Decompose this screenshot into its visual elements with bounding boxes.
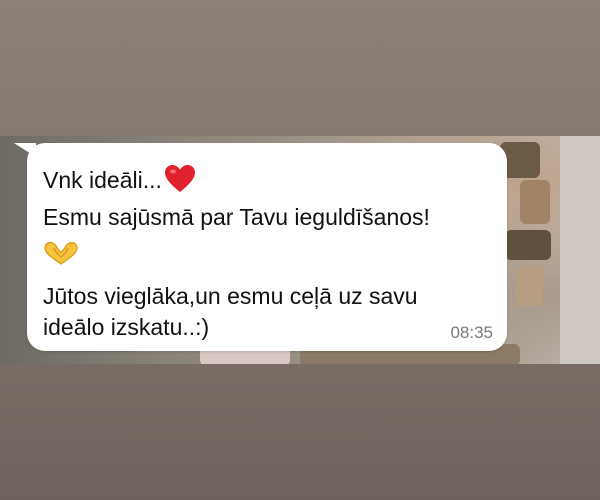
- message-bubble[interactable]: Vnk ideāli... Esmu sajūsmā par Tavu iegu…: [27, 143, 507, 351]
- photo-patch: [560, 136, 600, 364]
- photo-patch: [505, 230, 551, 260]
- message-line: Vnk ideāli...: [43, 164, 196, 200]
- message-line: ideālo izskatu..:): [43, 314, 210, 340]
- photo-patch: [515, 266, 543, 306]
- message-timestamp: 08:35: [450, 323, 493, 342]
- heart-hands-icon: [43, 240, 79, 272]
- message-text: Vnk ideāli...: [43, 167, 162, 193]
- message-line: Jūtos vieglāka,un esmu ceļā uz savu: [43, 283, 418, 309]
- message-line: Esmu sajūsmā par Tavu ieguldīšanos!: [43, 204, 430, 230]
- red-heart-icon: [164, 164, 196, 200]
- photo-patch: [520, 180, 550, 224]
- message-line: [43, 240, 79, 266]
